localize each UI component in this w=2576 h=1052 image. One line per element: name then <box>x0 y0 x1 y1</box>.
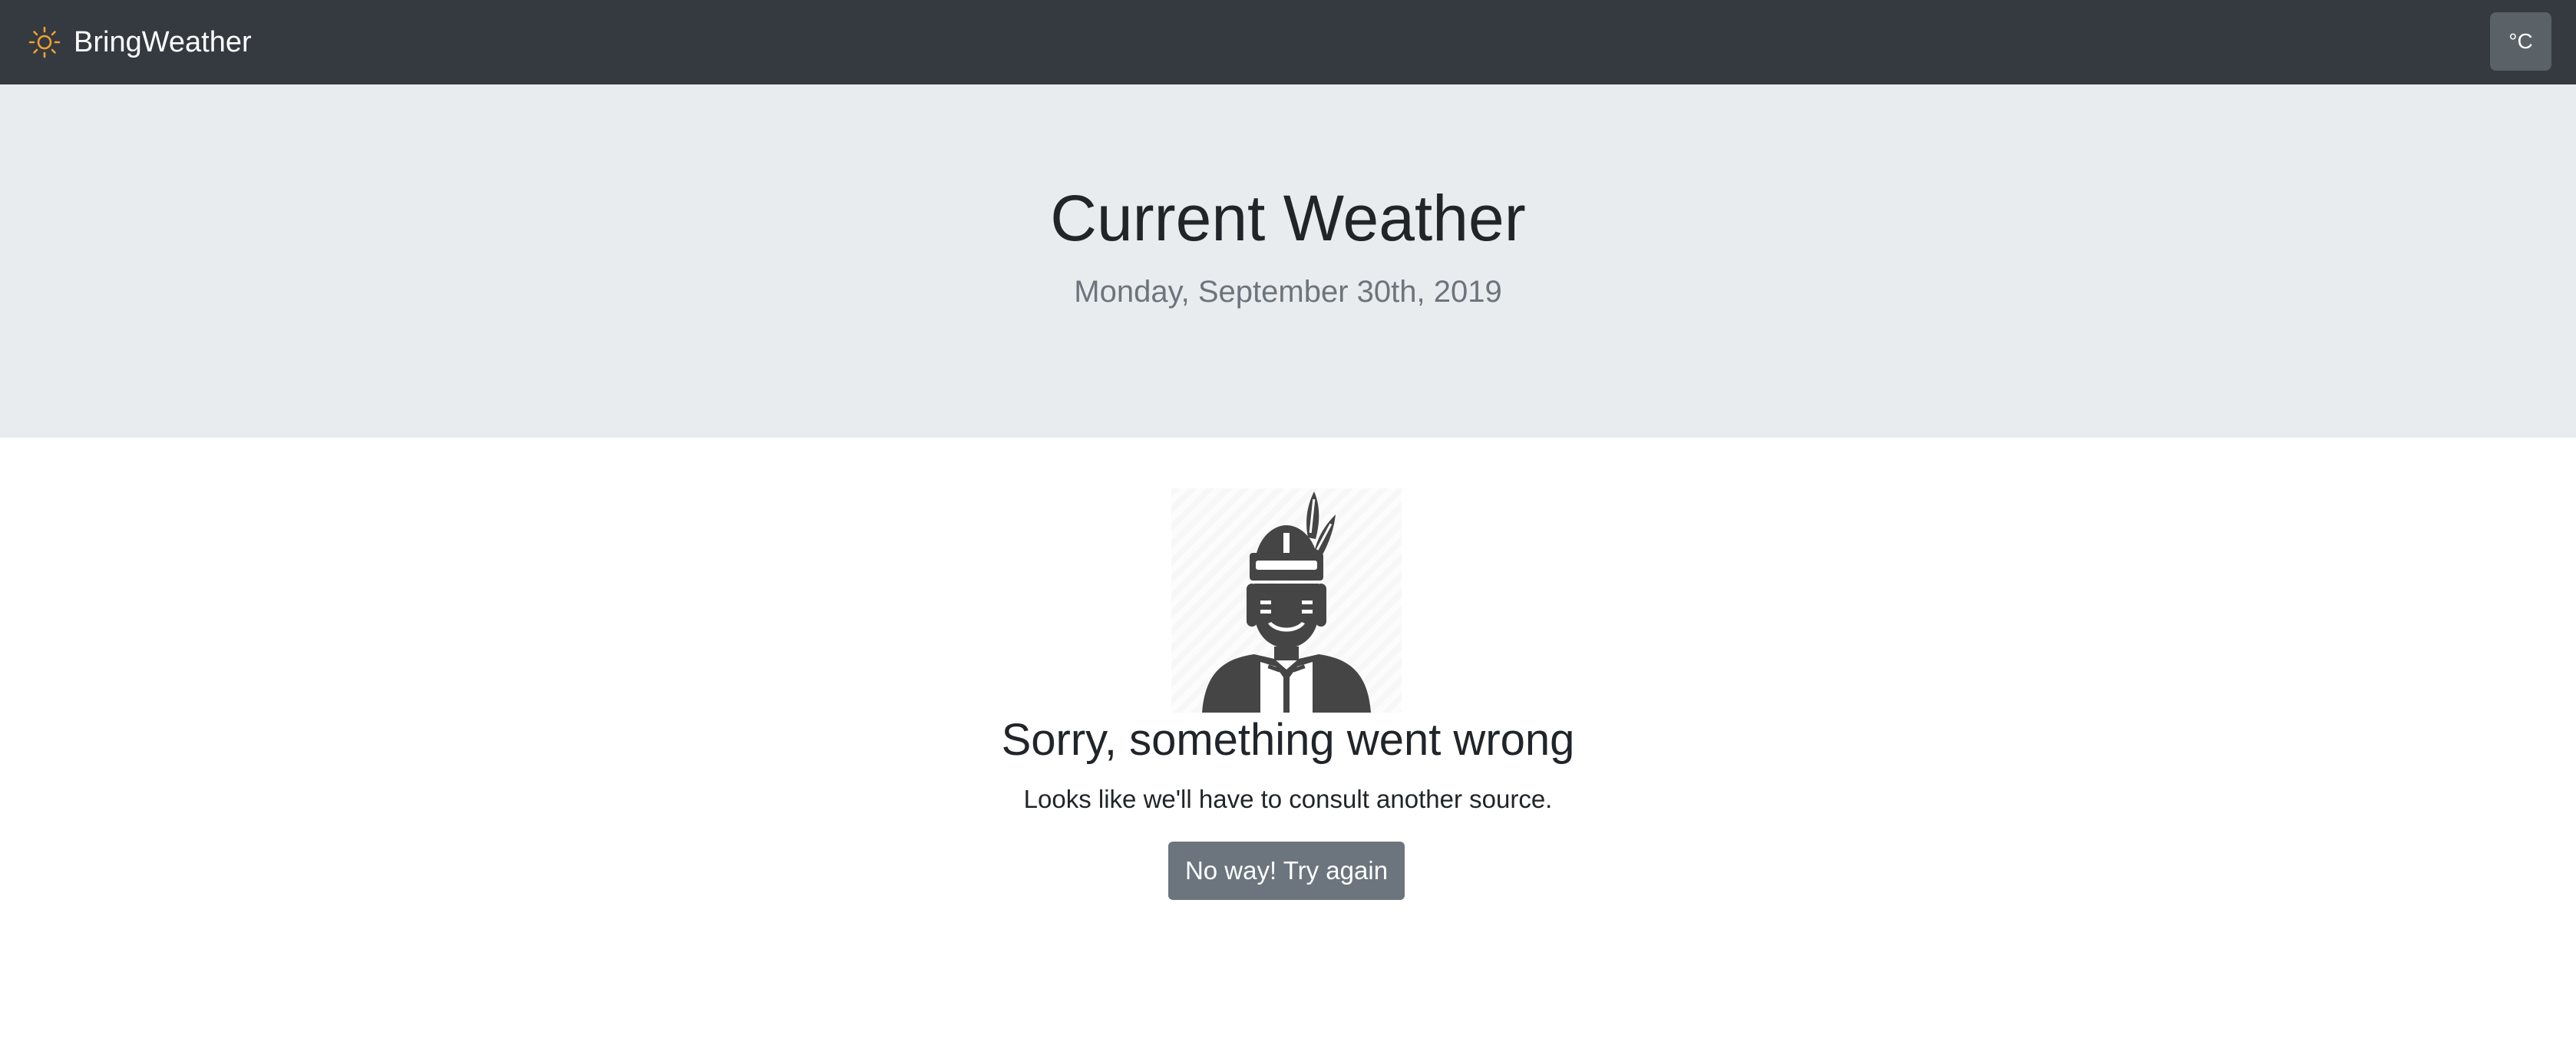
navbar: BringWeather °C <box>0 0 2576 84</box>
current-date: Monday, September 30th, 2019 <box>1074 275 1502 309</box>
page-title: Current Weather <box>1050 182 1526 254</box>
native-american-person-icon <box>1171 488 1402 713</box>
brand-name: BringWeather <box>74 26 252 58</box>
error-title: Sorry, something went wrong <box>1001 715 1575 765</box>
unit-toggle-button[interactable]: °C <box>2490 12 2551 71</box>
try-again-button[interactable]: No way! Try again <box>1168 842 1405 900</box>
sun-icon <box>28 25 61 59</box>
brand-link[interactable]: BringWeather <box>28 25 252 59</box>
jumbotron: Current Weather Monday, September 30th, … <box>0 84 2576 438</box>
error-message: Looks like we'll have to consult another… <box>1023 785 1553 813</box>
